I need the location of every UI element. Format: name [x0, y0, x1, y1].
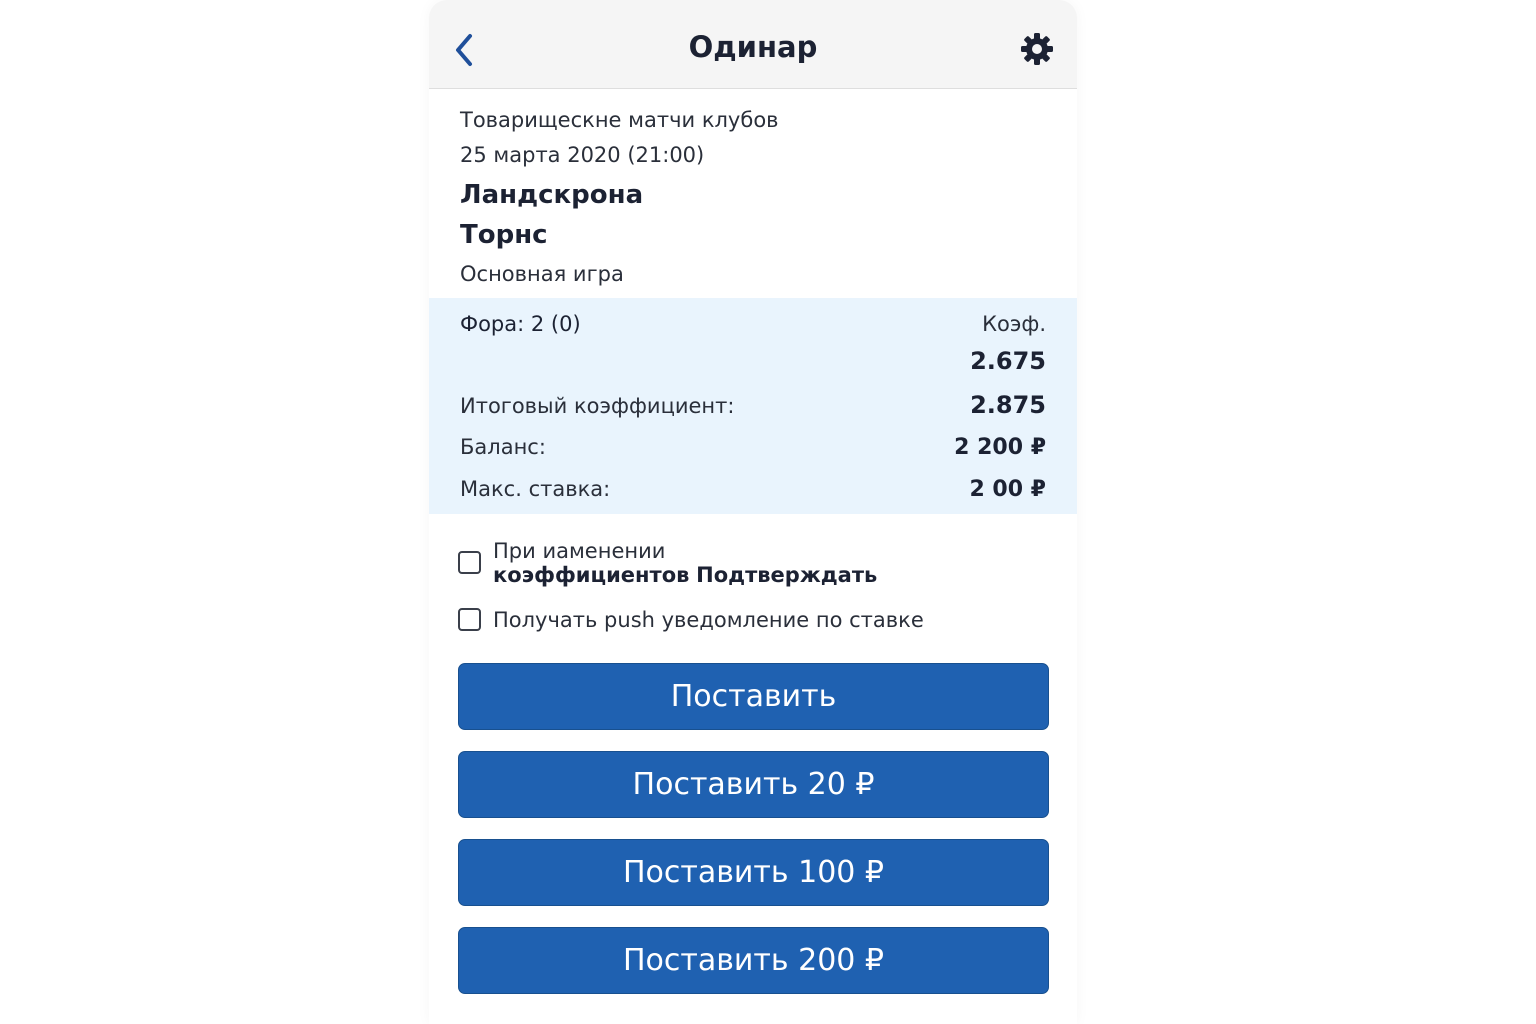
bet-outcome: Фора: 2 (0) [460, 312, 581, 336]
team-home: Ландскрона [460, 180, 644, 210]
event-date: 25 марта 2020 (21:00) [460, 143, 705, 167]
bet-outcome-row: Фора: 2 (0) Коэф. [460, 308, 1046, 340]
bet-details-panel: Фора: 2 (0) Коэф. 2.675 Итоговый коэффиц… [429, 298, 1077, 514]
total-koef-value: 2.875 [970, 391, 1046, 419]
place-bet-20-button[interactable]: Поставить 20 ₽ [458, 751, 1049, 818]
push-checkbox[interactable] [458, 608, 481, 631]
balance-value: 2 200 ₽ [954, 435, 1046, 460]
page-title: Одинар [688, 30, 818, 64]
gear-icon [1021, 33, 1053, 65]
place-bet-button[interactable]: Поставить [458, 663, 1049, 730]
total-koef-label: Итоговый коэффициент: [460, 394, 735, 418]
balance-row: Баланс: 2 200 ₽ [460, 426, 1046, 468]
team-away: Торнс [460, 220, 548, 250]
max-bet-label: Макс. ставка: [460, 477, 611, 501]
max-bet-value: 2 00 ₽ [969, 477, 1046, 502]
tournament-name: Товарищескне матчи клубов [460, 108, 779, 132]
total-koef-row: Итоговый коэффициент: 2.875 [460, 384, 1046, 426]
header-bar: Одинар [429, 0, 1077, 89]
confirm-koef-option[interactable]: При иаменении коэффициентов Подтверждать [458, 534, 1048, 591]
place-bet-100-button[interactable]: Поставить 100 ₽ [458, 839, 1049, 906]
place-bet-200-button[interactable]: Поставить 200 ₽ [458, 927, 1049, 994]
event-info: Товарищескне матчи клубов 25 марта 2020 … [429, 89, 1077, 298]
confirm-koef-text: При иаменении [493, 538, 666, 563]
event-period: Основная игра [460, 262, 624, 286]
confirm-koef-label: При иаменении коэффициентов Подтверждать [493, 539, 1048, 587]
balance-label: Баланс: [460, 435, 546, 459]
bet-options: При иаменении коэффициентов Подтверждать… [429, 514, 1077, 648]
settings-button[interactable] [1019, 31, 1055, 67]
bet-buttons: Поставить Поставить 20 ₽ Поставить 100 ₽… [429, 648, 1077, 994]
push-label: Получать push уведомление по ставке [493, 607, 924, 632]
max-bet-row: Макс. ставка: 2 00 ₽ [460, 468, 1046, 510]
confirm-koef-checkbox[interactable] [458, 551, 481, 574]
confirm-koef-bold1: коэффициентов [493, 562, 690, 587]
confirm-koef-bold2: Подтверждать [696, 562, 878, 587]
koef-label: Коэф. [982, 312, 1046, 336]
bet-slip-screen: Одинар Товарищескне матчи клубов 25 март… [429, 0, 1077, 1024]
push-option[interactable]: Получать push уведомление по ставке [458, 591, 1048, 648]
koef-value: 2.675 [970, 347, 1046, 375]
